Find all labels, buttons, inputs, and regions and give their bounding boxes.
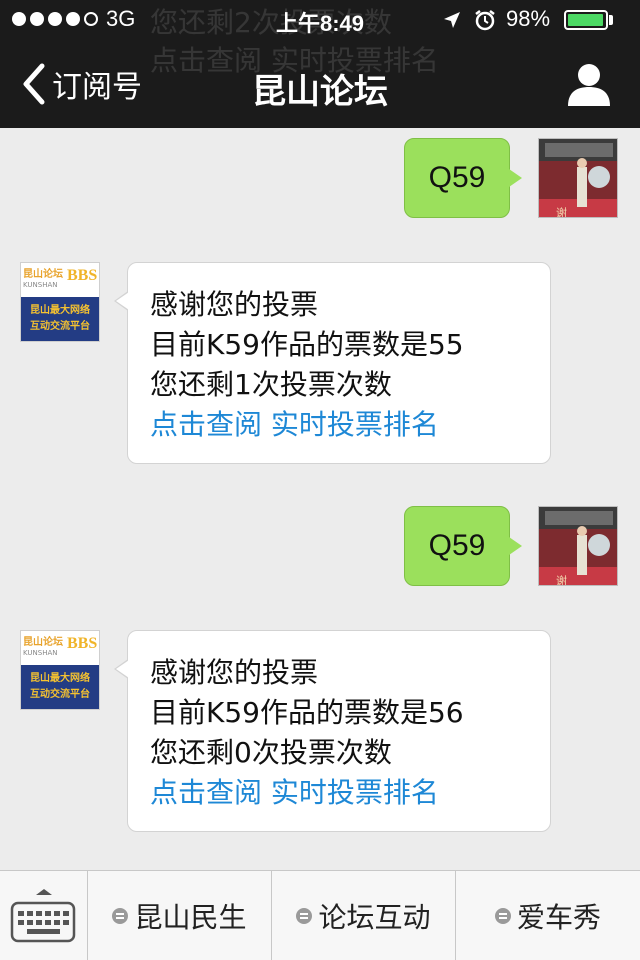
- message-text: Q59: [428, 529, 486, 562]
- bottom-menu-bar: 昆山民生 论坛互动 爱车秀: [0, 870, 640, 960]
- status-bar: 3G 您还剩2次投票次数 点击查阅 实时投票排名 上午8:49 98%: [0, 0, 640, 77]
- submenu-icon: [494, 908, 511, 924]
- battery-tip: [609, 15, 613, 25]
- message-line: 您还剩1次投票次数: [150, 368, 392, 401]
- logo-badge: BBS: [67, 635, 98, 652]
- outgoing-message-bubble[interactable]: Q59: [404, 138, 522, 218]
- page-title: 昆山论坛: [252, 72, 388, 112]
- location-arrow-icon: [444, 12, 460, 28]
- message-line: 感谢您的投票: [150, 656, 319, 689]
- outgoing-message-bubble[interactable]: Q59: [404, 506, 522, 586]
- message-line: 目前K59作品的票数是56: [150, 696, 464, 729]
- navigation-bar: 订阅号 昆山论坛: [0, 40, 640, 128]
- top-bar: 3G 您还剩2次投票次数 点击查阅 实时投票排名 上午8:49 98% 订阅号 …: [0, 0, 640, 128]
- account-avatar[interactable]: 昆山论坛 KUNSHAN BBS 昆山最大网络 互动交流平台: [20, 262, 100, 342]
- avatar-sign-text: 谢谢惠顾: [555, 574, 568, 586]
- user-avatar[interactable]: 谢谢惠顾: [538, 506, 618, 586]
- logo-slogan-2: 互动交流平台: [30, 321, 90, 332]
- logo-subtext: KUNSHAN: [23, 281, 58, 289]
- logo-text: 昆山论坛: [23, 269, 63, 280]
- menu-item-label: 论坛互动: [318, 901, 431, 934]
- alarm-clock-icon: [475, 10, 495, 31]
- keyboard-toggle-button[interactable]: [0, 871, 88, 960]
- logo-slogan-2: 互动交流平台: [30, 689, 90, 700]
- logo-slogan-1: 昆山最大网络: [30, 673, 90, 684]
- battery-percent: 98%: [506, 6, 551, 31]
- profile-icon[interactable]: [566, 62, 612, 106]
- message-text: Q59: [428, 161, 486, 194]
- user-avatar[interactable]: 谢谢惠顾: [538, 138, 618, 218]
- avatar-sign-text: 谢谢惠顾: [555, 206, 568, 218]
- ranking-link[interactable]: 点击查阅 实时投票排名: [150, 773, 550, 813]
- logo-text: 昆山论坛: [23, 637, 63, 648]
- logo-badge: BBS: [67, 267, 98, 284]
- menu-item-label: 爱车秀: [516, 901, 601, 934]
- submenu-icon: [296, 908, 313, 924]
- keyboard-icon: [10, 889, 76, 943]
- chat-message-list[interactable]: Q59 谢谢惠顾 昆山论坛 KUNSHAN BBS 昆山最大网络 互动交流平台 …: [0, 128, 640, 870]
- ranking-link[interactable]: 点击查阅 实时投票排名: [150, 405, 550, 445]
- menu-item-car-show[interactable]: 爱车秀: [456, 871, 640, 960]
- menu-item-kunshan-minsheng[interactable]: 昆山民生: [88, 871, 272, 960]
- menu-item-label: 昆山民生: [134, 901, 247, 934]
- logo-subtext: KUNSHAN: [23, 649, 58, 657]
- message-line: 您还剩0次投票次数: [150, 736, 392, 769]
- incoming-message-bubble[interactable]: 感谢您的投票 目前K59作品的票数是55 您还剩1次投票次数 点击查阅 实时投票…: [114, 262, 551, 464]
- battery-icon: [564, 10, 608, 30]
- submenu-icon: [112, 908, 129, 924]
- account-avatar[interactable]: 昆山论坛 KUNSHAN BBS 昆山最大网络 互动交流平台: [20, 630, 100, 710]
- message-line: 目前K59作品的票数是55: [150, 328, 464, 361]
- incoming-message-bubble[interactable]: 感谢您的投票 目前K59作品的票数是56 您还剩0次投票次数 点击查阅 实时投票…: [114, 630, 551, 832]
- message-line: 感谢您的投票: [150, 288, 319, 321]
- menu-item-forum-interaction[interactable]: 论坛互动: [272, 871, 456, 960]
- logo-slogan-1: 昆山最大网络: [30, 305, 90, 316]
